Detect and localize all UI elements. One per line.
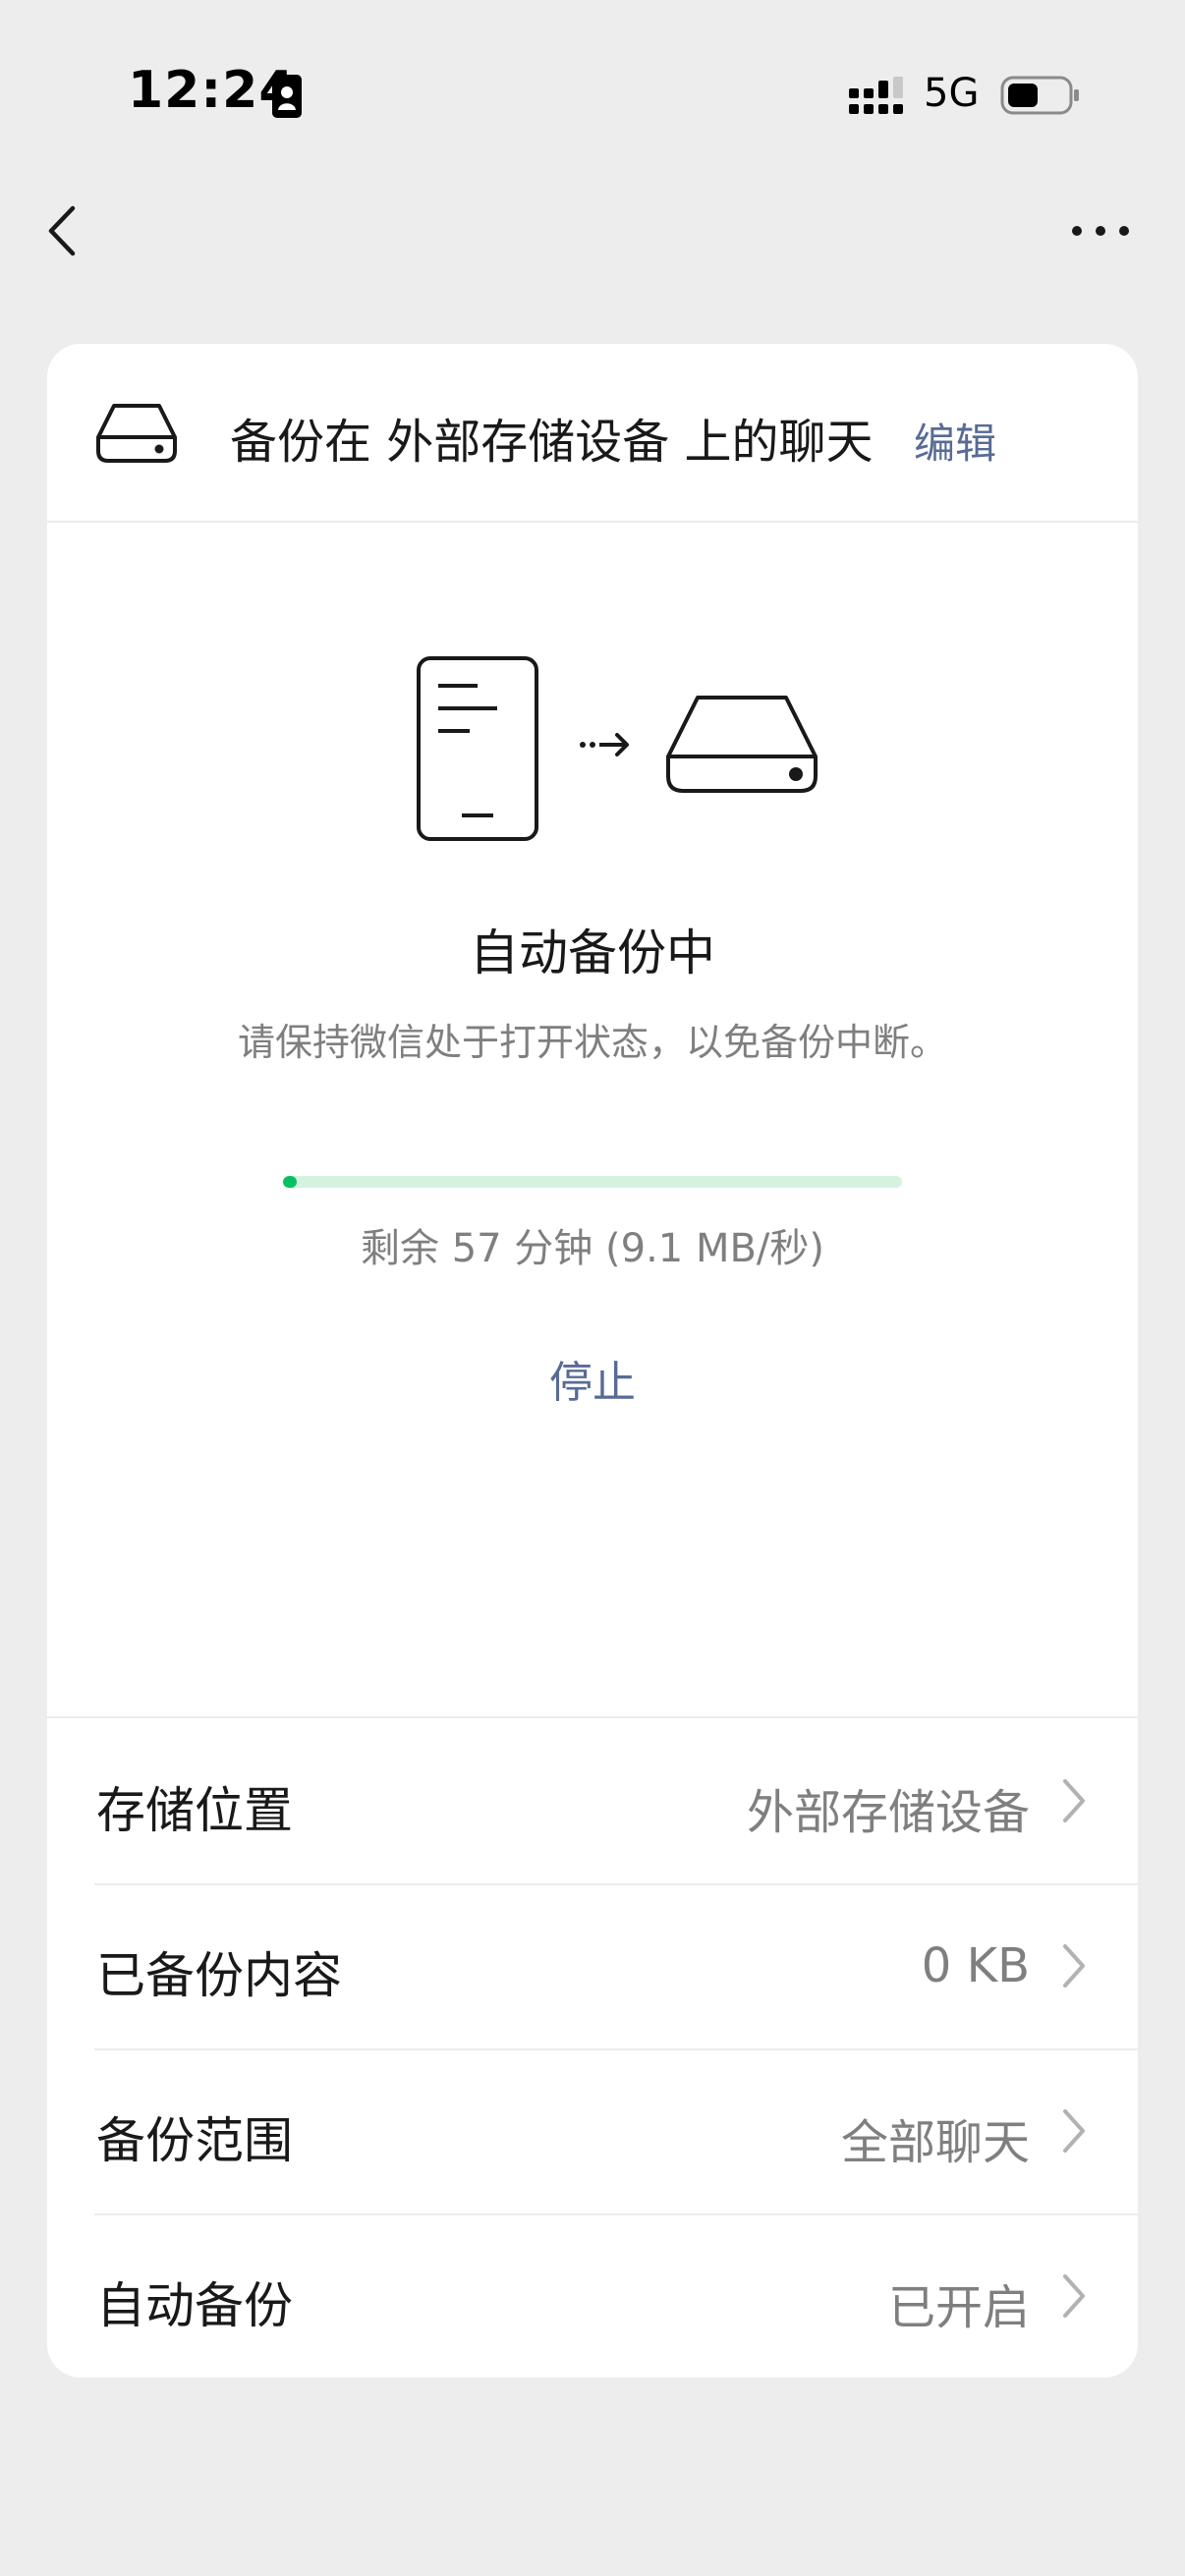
row-value: 全部聊天 [840,2115,1030,2170]
signal-icon [849,77,903,114]
row-value: 已开启 [887,2280,1030,2335]
status-bar: 12:24 5G [0,0,1185,187]
settings-list: 存储位置 外部存储设备 已备份内容 0 KB 备份范围 全部聊天 自动备份 已开… [47,1716,1138,2378]
hard-drive-icon [96,404,177,463]
status-time: 12:24 [128,61,296,120]
backup-status-title: 自动备份中 [470,924,715,981]
card-header: 备份在 外部存储设备 上的聊天 编辑 [47,344,1138,523]
battery-icon [1000,76,1079,115]
more-icon[interactable] [1069,216,1132,246]
page-title: 备份在 外部存储设备 上的聊天 [230,415,874,470]
network-label: 5G [924,71,980,116]
backup-card: 备份在 外部存储设备 上的聊天 编辑 自动备份中 请保持微信处于打开状态，以免备… [47,344,1138,2378]
backup-progress-bar [283,1176,902,1188]
row-label: 备份范围 [96,2112,293,2169]
hard-drive-icon [666,696,818,793]
chevron-right-icon [1063,1944,1085,1988]
chevron-right-icon [1063,1779,1085,1822]
id-card-icon [272,75,302,118]
row-value: 0 KB [921,1938,1030,1993]
row-label: 存储位置 [96,1782,293,1839]
remaining-time: 剩余 57 分钟 (9.1 MB/秒) [360,1226,824,1271]
row-value: 外部存储设备 [746,1785,1030,1840]
nav-bar [0,187,1185,334]
row-label: 自动备份 [96,2277,293,2334]
phone-icon [417,656,538,841]
chevron-right-icon [1063,2274,1085,2318]
backed-up-content-row[interactable]: 已备份内容 0 KB [47,1883,1138,2048]
stop-button[interactable]: 停止 [494,1341,691,1415]
phone-to-drive-illustration [417,656,818,841]
auto-backup-row[interactable]: 自动备份 已开启 [47,2213,1138,2378]
storage-location-row[interactable]: 存储位置 外部存储设备 [47,1718,1138,1883]
backup-progress-fill [283,1176,297,1188]
edit-link[interactable]: 编辑 [914,411,996,471]
row-label: 已备份内容 [96,1947,342,2004]
chevron-right-icon [1063,2109,1085,2153]
transfer-arrow-icon [580,733,629,756]
backup-scope-row[interactable]: 备份范围 全部聊天 [47,2048,1138,2213]
back-icon[interactable] [39,196,88,265]
backup-hint: 请保持微信处于打开状态，以免备份中断。 [237,1021,947,1064]
